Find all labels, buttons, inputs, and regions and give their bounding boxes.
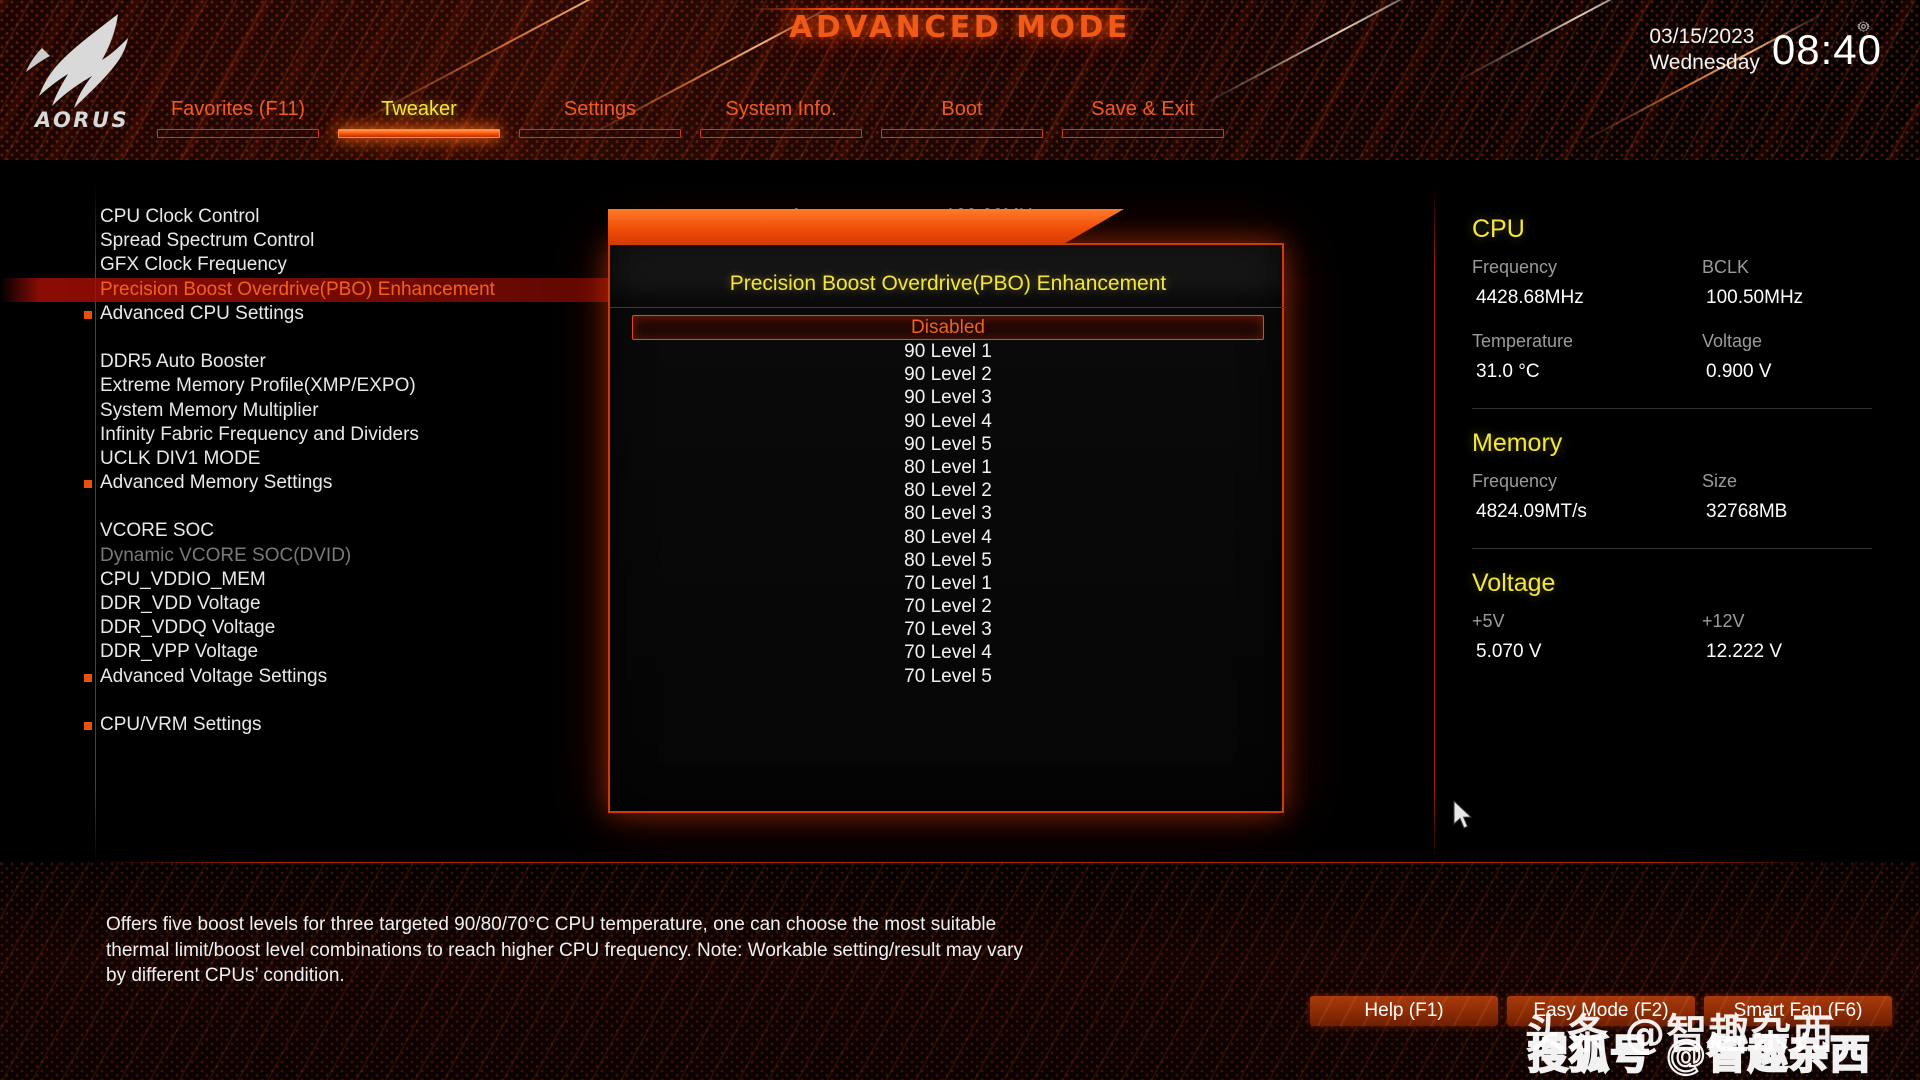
cpu-bclk-label: BCLK bbox=[1702, 257, 1750, 277]
settings-row-label: UCLK DIV1 MODE bbox=[100, 447, 261, 469]
nav-tab-label: Favorites (F11) bbox=[170, 98, 306, 120]
settings-row-label: DDR_VPP Voltage bbox=[100, 641, 259, 663]
rail-12v-value: 12.222 V bbox=[1706, 641, 1783, 662]
rail-5v-value: 5.070 V bbox=[1476, 641, 1542, 662]
settings-row-label: Advanced CPU Settings bbox=[100, 302, 304, 324]
dialog-option[interactable]: 70 Level 2 bbox=[610, 595, 1286, 618]
nav-tab-underline bbox=[1062, 129, 1224, 138]
nav-tab-underline bbox=[338, 129, 500, 138]
settings-row-label: VCORE SOC bbox=[100, 520, 215, 542]
hardware-info-panel: CPU Frequency BCLK 4428.68MHz 100.50MHz … bbox=[1472, 215, 1892, 666]
cpu-temperature-label: Temperature bbox=[1472, 331, 1574, 351]
dialog-tab-accent bbox=[608, 209, 1124, 245]
help-divider bbox=[95, 862, 1825, 863]
memory-section-heading: Memory bbox=[1472, 429, 1563, 457]
dialog-option[interactable]: 70 Level 3 bbox=[610, 618, 1286, 641]
info-divider-2 bbox=[1472, 548, 1872, 549]
settings-row-label: DDR_VDD Voltage bbox=[100, 593, 261, 614]
memory-size-value: 32768MB bbox=[1706, 501, 1788, 522]
cpu-frequency-label: Frequency bbox=[1472, 257, 1558, 277]
cpu-voltage-label: Voltage bbox=[1702, 331, 1763, 351]
settings-row-label: CPU Clock Control bbox=[100, 206, 260, 227]
dialog-option-list: Disabled 90 Level 1 90 Level 2 90 Level 3 90… bbox=[610, 315, 1286, 688]
dialog-option[interactable]: 80 Level 3 bbox=[610, 502, 1286, 525]
cpu-frequency-value: 4428.68MHz bbox=[1476, 287, 1584, 308]
settings-row-label: CPU_VDDIO_MEM bbox=[100, 568, 266, 590]
settings-row-label: Precision Boost Overdrive(PBO) Enhanceme… bbox=[100, 278, 495, 300]
settings-row-label: Extreme Memory Profile(XMP/EXPO) bbox=[100, 375, 416, 397]
nav-tab-label: Save & Exit bbox=[1091, 98, 1195, 120]
nav-tab-favorites-f11[interactable]: Favorites (F11) bbox=[157, 96, 319, 138]
settings-row-label: CPU/VRM Settings bbox=[100, 713, 262, 735]
nav-tab-underline bbox=[157, 129, 319, 138]
main-nav: Favorites (F11) Tweaker Settings System Inf… bbox=[0, 96, 1920, 144]
settings-row-label: Advanced Voltage Settings bbox=[100, 665, 328, 687]
submenu-bullet-icon bbox=[84, 673, 92, 682]
dialog-option[interactable]: 70 Level 4 bbox=[610, 641, 1286, 664]
dialog-option[interactable]: 70 Level 5 bbox=[610, 665, 1286, 688]
nav-tab-label: System Info. bbox=[725, 98, 837, 120]
submenu-bullet-icon bbox=[84, 721, 92, 730]
settings-row-label: DDR_VDDQ Voltage bbox=[100, 617, 276, 639]
nav-tab-settings[interactable]: Settings bbox=[519, 96, 681, 138]
dialog-option[interactable]: 90 Level 1 bbox=[610, 340, 1286, 363]
dialog-option[interactable]: 80 Level 1 bbox=[610, 456, 1286, 479]
rail-5v-label: +5V bbox=[1472, 611, 1505, 631]
dialog-option[interactable]: 80 Level 4 bbox=[610, 526, 1286, 549]
settings-row-label: System Memory Multiplier bbox=[100, 399, 319, 421]
rail-12v-label: +12V bbox=[1702, 611, 1745, 631]
dialog-option[interactable]: 90 Level 4 bbox=[610, 410, 1286, 433]
submenu-bullet-icon bbox=[84, 310, 92, 319]
nav-tab-underline bbox=[700, 129, 862, 138]
nav-tab-label: Boot bbox=[941, 98, 983, 120]
datetime-display: 03/15/2023 Wednesday 08:40 bbox=[1649, 24, 1882, 76]
page-title: ADVANCED MODE bbox=[789, 10, 1131, 45]
nav-tab-underline bbox=[881, 129, 1043, 138]
time-text: 08:40 bbox=[1771, 26, 1882, 73]
voltage-section-heading: Voltage bbox=[1472, 569, 1556, 597]
memory-frequency-value: 4824.09MT/s bbox=[1476, 501, 1587, 522]
help-description: Offers five boost levels for three targe… bbox=[106, 914, 1023, 986]
bios-screen: AORUS ADVANCED MODE 03/15/2023 Wednesday… bbox=[0, 0, 1920, 1080]
submenu-bullet-icon bbox=[84, 480, 92, 489]
weekday-text: Wednesday bbox=[1649, 51, 1760, 74]
cpu-temperature-value: 31.0 °C bbox=[1476, 361, 1540, 382]
cpu-section-heading: CPU bbox=[1472, 215, 1525, 243]
footer-button-help-f1[interactable]: Help (F1) bbox=[1310, 996, 1498, 1026]
dialog-separator bbox=[610, 307, 1286, 308]
dialog-title: Precision Boost Overdrive(PBO) Enhanceme… bbox=[729, 272, 1167, 295]
cpu-voltage-value: 0.900 V bbox=[1706, 361, 1772, 382]
settings-row-label: Spread Spectrum Control bbox=[100, 230, 315, 252]
footer-button-bar: Help (F1) Easy Mode (F2) Smart Fan (F6) bbox=[1310, 996, 1892, 1026]
right-pane-divider bbox=[1434, 185, 1435, 865]
mouse-cursor bbox=[1453, 800, 1473, 829]
settings-row-label: Infinity Fabric Frequency and Dividers bbox=[100, 423, 419, 445]
nav-tab-boot[interactable]: Boot bbox=[881, 96, 1043, 138]
dialog-option[interactable]: Disabled bbox=[632, 315, 1264, 340]
footer-button-smart-fan-f6[interactable]: Smart Fan (F6) bbox=[1704, 996, 1892, 1026]
nav-tab-label: Settings bbox=[563, 98, 637, 120]
info-divider-1 bbox=[1472, 408, 1872, 409]
option-dialog: Precision Boost Overdrive(PBO) Enhanceme… bbox=[608, 209, 1286, 813]
memory-frequency-label: Frequency bbox=[1472, 471, 1558, 491]
dialog-option[interactable]: 90 Level 2 bbox=[610, 363, 1286, 386]
memory-size-label: Size bbox=[1702, 471, 1738, 491]
dialog-option[interactable]: 80 Level 2 bbox=[610, 479, 1286, 502]
settings-row-label: GFX Clock Frequency bbox=[100, 254, 287, 276]
nav-tab-save-exit[interactable]: Save & Exit bbox=[1062, 96, 1224, 138]
settings-row-label: Advanced Memory Settings bbox=[100, 472, 333, 494]
dialog-option[interactable]: 80 Level 5 bbox=[610, 549, 1286, 572]
settings-row-label: Dynamic VCORE SOC(DVID) bbox=[100, 544, 352, 566]
nav-tab-label: Tweaker bbox=[381, 98, 457, 120]
footer-button-easy-mode-f2[interactable]: Easy Mode (F2) bbox=[1507, 996, 1695, 1026]
nav-tab-underline bbox=[519, 129, 681, 138]
dialog-option[interactable]: 90 Level 5 bbox=[610, 433, 1286, 456]
nav-tab-system-info[interactable]: System Info. bbox=[700, 96, 862, 138]
nav-tab-tweaker[interactable]: Tweaker bbox=[338, 96, 500, 138]
dialog-option[interactable]: 90 Level 3 bbox=[610, 386, 1286, 409]
cpu-bclk-value: 100.50MHz bbox=[1706, 287, 1804, 308]
dialog-option[interactable]: 70 Level 1 bbox=[610, 572, 1286, 595]
settings-row-label: DDR5 Auto Booster bbox=[100, 351, 266, 373]
date-text: 03/15/2023 bbox=[1649, 25, 1755, 48]
